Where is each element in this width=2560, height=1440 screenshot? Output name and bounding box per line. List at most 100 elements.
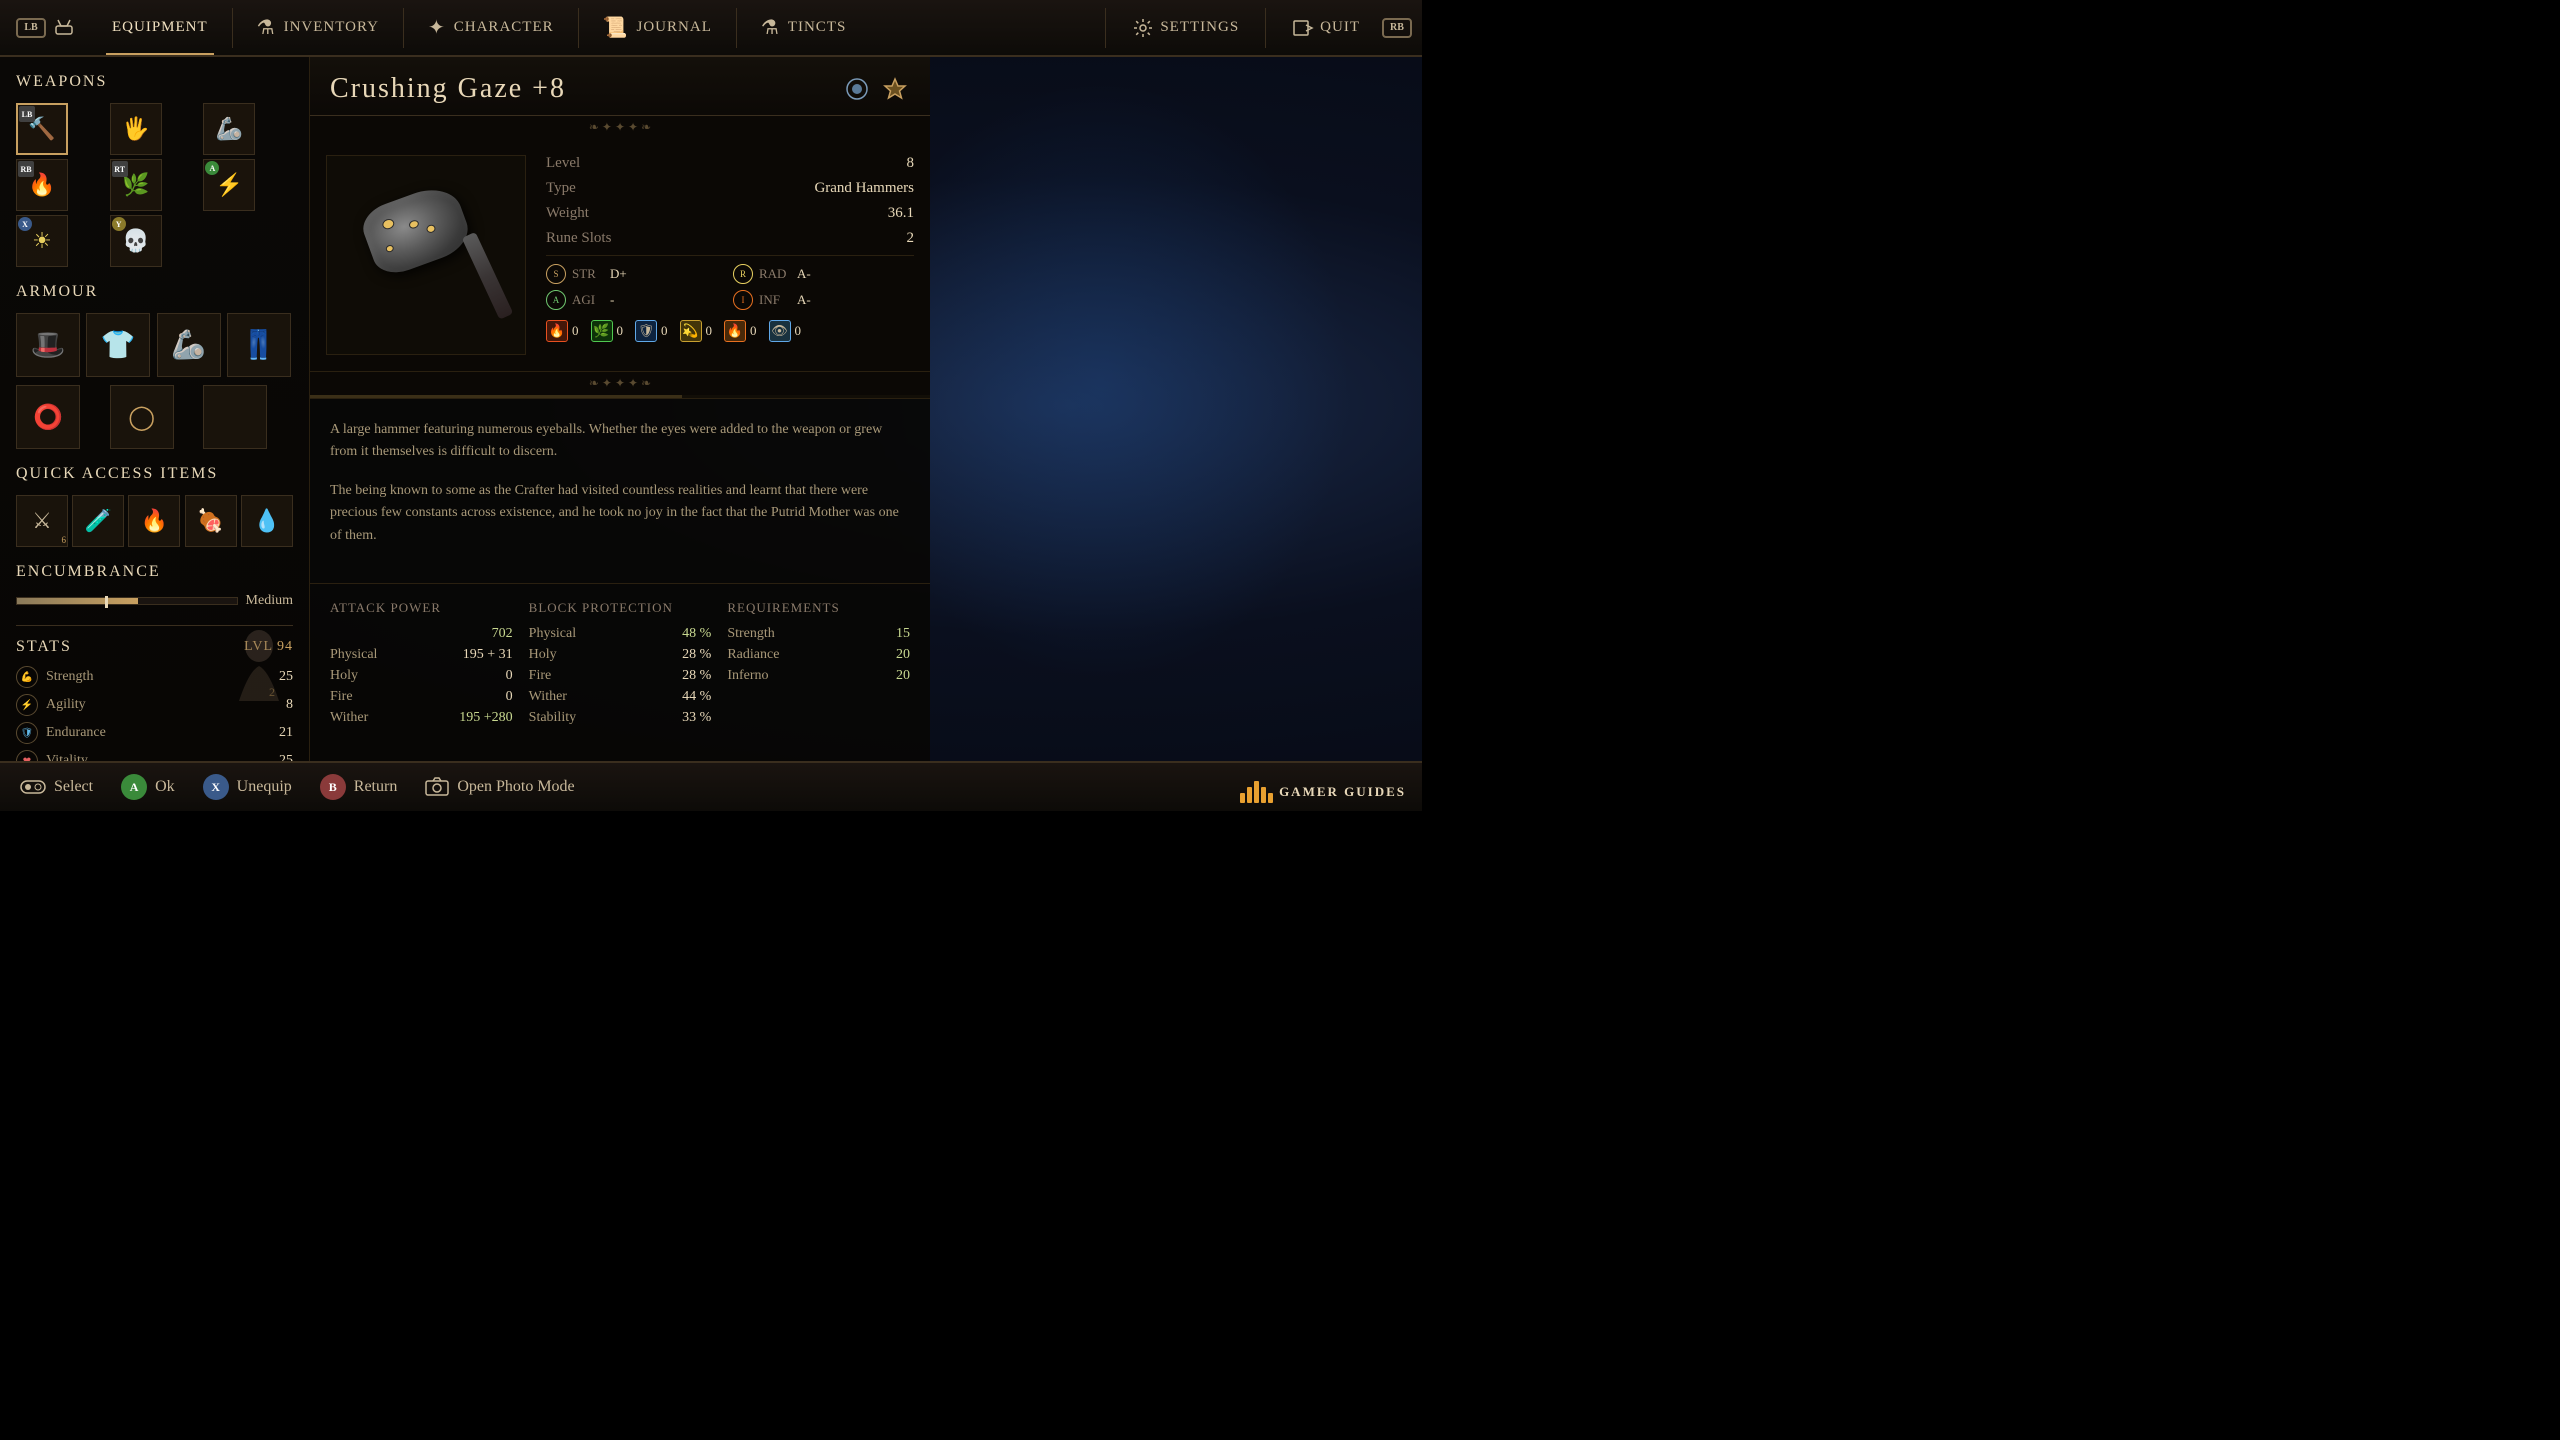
agility-icon: ⚡ <box>16 694 38 716</box>
select-action[interactable]: Select <box>20 777 93 797</box>
nav-journal[interactable]: 📜 Journal <box>583 0 732 55</box>
type-line: Type Grand Hammers <box>546 180 914 197</box>
nav-character[interactable]: ✦ Character <box>408 0 574 55</box>
weapon-slot-1[interactable]: LB 🔨 <box>16 103 68 155</box>
quick-slot-4[interactable]: 🍖 <box>185 495 237 547</box>
return-label: Return <box>354 778 398 796</box>
hammer-handle <box>462 232 514 320</box>
rune-slots-label: Rune Slots <box>546 230 611 247</box>
level-value: 8 <box>907 155 915 172</box>
stats-divider <box>546 255 914 256</box>
settings-label: Settings <box>1160 19 1239 36</box>
block-stability-value: 33 % <box>682 710 711 726</box>
armour-arms[interactable]: 🦾 <box>157 313 221 377</box>
agi-name: AGI <box>572 292 604 308</box>
inf-name: INF <box>759 292 791 308</box>
weapon-slot-7[interactable]: X ☀ <box>16 215 68 267</box>
attack-holy-row: Holy 0 <box>330 668 513 684</box>
nav-inventory[interactable]: ⚗ Inventory <box>237 0 399 55</box>
gg-bars <box>1240 781 1273 803</box>
ring-slot-2[interactable]: ◯ <box>110 385 174 449</box>
requirements-header: Requirements <box>727 600 910 616</box>
attack-power-col: Attack Power 702 Physical 195 + 31 Holy … <box>330 600 513 731</box>
rad-name: RAD <box>759 266 791 282</box>
bonus-fire2: 🔥 0 <box>724 320 757 342</box>
armour-head[interactable]: 🎩 <box>16 313 80 377</box>
nav-tincts-label: Tincts <box>788 19 847 36</box>
gg-bar-5 <box>1268 793 1273 803</box>
unequip-action[interactable]: X Unequip <box>203 774 292 800</box>
mark-icon[interactable] <box>880 74 910 104</box>
weapon-slot-4[interactable]: RB 🔥 <box>16 159 68 211</box>
block-fire-row: Fire 28 % <box>529 668 712 684</box>
nav-bar: LB Equipment ⚗ Inventory ✦ Character 📜 J… <box>0 0 1422 57</box>
attack-holy-value: 0 <box>506 668 513 684</box>
block-holy-value: 28 % <box>682 647 711 663</box>
block-wither-label: Wither <box>529 689 567 705</box>
nav-sep-5 <box>1105 8 1106 48</box>
req-strength-row: Strength 15 <box>727 626 910 642</box>
weapon-icon-8: 💀 <box>122 228 149 254</box>
unequip-label: Unequip <box>237 778 292 796</box>
req-radiance-row: Radiance 20 <box>727 647 910 663</box>
stat-vitality-value: 25 <box>265 753 293 761</box>
svg-text:2: 2 <box>269 685 275 699</box>
block-fire-value: 28 % <box>682 668 711 684</box>
bonus-leaf: 🌿 0 <box>591 320 624 342</box>
nav-tincts[interactable]: ⚗ Tincts <box>741 0 866 55</box>
weapon-slot-8[interactable]: Y 💀 <box>110 215 162 267</box>
nav-quit[interactable]: Quit <box>1278 17 1374 39</box>
nav-character-label: Character <box>454 19 554 36</box>
rad-grade: A- <box>797 266 811 282</box>
rad-icon: R <box>733 264 753 284</box>
fire-bonus-icon: 🔥 <box>546 320 568 342</box>
favorite-icon[interactable] <box>842 74 872 104</box>
block-physical-row: Physical 48 % <box>529 626 712 642</box>
weapon-slot-5[interactable]: RT 🌿 <box>110 159 162 211</box>
armour-body[interactable]: 👕 <box>86 313 150 377</box>
agi-attr: A AGI - <box>546 290 727 310</box>
weight-label: Weight <box>546 205 589 222</box>
attack-wither-value: 195 +280 <box>459 710 512 726</box>
nav-equipment-label: Equipment <box>112 19 208 36</box>
vitality-icon: ❤ <box>16 750 38 761</box>
nav-right: Settings Quit RB <box>1101 8 1422 48</box>
gamer-guides-logo: GAMER GUIDES <box>1240 781 1406 803</box>
attack-physical-value: 195 + 31 <box>463 647 513 663</box>
weapon-icon-6: ⚡ <box>216 172 243 198</box>
ok-action[interactable]: A Ok <box>121 774 175 800</box>
nav-settings[interactable]: Settings <box>1118 17 1253 39</box>
attack-total-row: 702 <box>330 626 513 642</box>
req-radiance-label: Radiance <box>727 647 779 663</box>
inf-grade: A- <box>797 292 811 308</box>
ring-slot-3[interactable] <box>203 385 267 449</box>
ring-grid: ⭕ ◯ <box>16 385 293 449</box>
attack-power-header: Attack Power <box>330 600 513 616</box>
select-label: Select <box>54 778 93 796</box>
ring-slot-1[interactable]: ⭕ <box>16 385 80 449</box>
rb-icon: RB <box>1382 18 1412 38</box>
req-radiance-value: 20 <box>896 647 910 663</box>
quick-slot-1[interactable]: ⚔ 6 <box>16 495 68 547</box>
stats-area: Attack Power 702 Physical 195 + 31 Holy … <box>310 584 930 747</box>
quick-slot-2[interactable]: 🧪 <box>72 495 124 547</box>
quick-slot-3[interactable]: 🔥 <box>128 495 180 547</box>
weapon-slot-3[interactable]: 🦾 <box>203 103 255 155</box>
weapon-slot-2[interactable]: 🖐 <box>110 103 162 155</box>
nav-equipment[interactable]: Equipment <box>92 0 228 55</box>
req-inferno-value: 20 <box>896 668 910 684</box>
block-protection-col: Block Protection Physical 48 % Holy 28 %… <box>529 600 712 731</box>
return-action[interactable]: B Return <box>320 774 398 800</box>
quit-label: Quit <box>1320 19 1360 36</box>
bonus-icons: 🔥 0 🌿 0 🛡 0 <box>546 320 914 342</box>
photo-action[interactable]: Open Photo Mode <box>425 777 574 797</box>
attack-physical-label: Physical <box>330 647 377 663</box>
armour-legs[interactable]: 👖 <box>227 313 291 377</box>
weapon-slot-6[interactable]: A ⚡ <box>203 159 255 211</box>
shield-bonus-val: 0 <box>661 323 668 339</box>
hammer-head <box>357 180 475 280</box>
quick-slot-5[interactable]: 💧 <box>241 495 293 547</box>
item-header-icons <box>842 74 910 104</box>
enc-label: Medium <box>246 593 293 609</box>
nav-lb-button[interactable]: LB <box>0 16 92 40</box>
